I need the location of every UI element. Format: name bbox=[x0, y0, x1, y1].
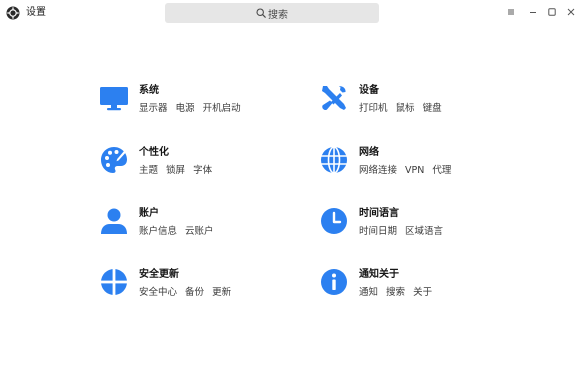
palette-icon bbox=[101, 147, 127, 173]
category-title: 个性化 bbox=[139, 147, 169, 158]
category-network[interactable]: 网络 网络连接 VPN 代理 bbox=[320, 146, 520, 186]
settings-window: 设置 搜索 系统 显示器 电源 开机启动 设备 打印机 鼠标 键盘 个性化 主题… bbox=[0, 0, 584, 384]
subitem-printer[interactable]: 打印机 bbox=[359, 103, 388, 114]
subitem-proxy[interactable]: 代理 bbox=[432, 165, 451, 176]
category-subitems: 网络连接 VPN 代理 bbox=[359, 165, 456, 177]
subitem-theme[interactable]: 主题 bbox=[139, 165, 158, 176]
category-system[interactable]: 系统 显示器 电源 开机启动 bbox=[100, 84, 300, 124]
subitem-backup[interactable]: 备份 bbox=[185, 287, 204, 298]
category-subitems: 打印机 鼠标 键盘 bbox=[359, 103, 447, 115]
category-account[interactable]: 账户 账户信息 云账户 bbox=[100, 207, 300, 247]
close-icon bbox=[567, 8, 575, 16]
title-bar: 设置 搜索 bbox=[0, 0, 584, 26]
category-title: 网络 bbox=[359, 147, 379, 158]
category-title: 通知关于 bbox=[359, 269, 399, 280]
globe-icon bbox=[321, 146, 347, 174]
info-icon bbox=[321, 269, 347, 295]
subitem-region-language[interactable]: 区域语言 bbox=[405, 226, 443, 237]
category-subitems: 安全中心 备份 更新 bbox=[139, 287, 236, 299]
category-title: 时间语言 bbox=[359, 208, 399, 219]
minimize-icon bbox=[530, 12, 536, 13]
clock-icon bbox=[321, 208, 347, 234]
subitem-search[interactable]: 搜索 bbox=[386, 287, 405, 298]
subitem-about[interactable]: 关于 bbox=[413, 287, 432, 298]
category-notification-about[interactable]: 通知关于 通知 搜索 关于 bbox=[320, 268, 520, 308]
maximize-icon bbox=[548, 8, 556, 16]
subitem-update[interactable]: 更新 bbox=[212, 287, 231, 298]
user-icon bbox=[101, 208, 127, 234]
search-icon bbox=[256, 8, 266, 18]
subitem-security-center[interactable]: 安全中心 bbox=[139, 287, 177, 298]
category-subitems: 账户信息 云账户 bbox=[139, 226, 219, 238]
maximize-button[interactable] bbox=[545, 5, 559, 19]
subitem-font[interactable]: 字体 bbox=[193, 165, 212, 176]
subitem-notification[interactable]: 通知 bbox=[359, 287, 378, 298]
close-button[interactable] bbox=[564, 5, 578, 19]
subitem-account-info[interactable]: 账户信息 bbox=[139, 226, 177, 237]
category-time-language[interactable]: 时间语言 时间日期 区域语言 bbox=[320, 207, 520, 247]
subitem-mouse[interactable]: 鼠标 bbox=[396, 103, 415, 114]
category-personalization[interactable]: 个性化 主题 锁屏 字体 bbox=[100, 146, 300, 186]
category-title: 系统 bbox=[139, 85, 159, 96]
category-subitems: 显示器 电源 开机启动 bbox=[139, 103, 246, 115]
category-security-update[interactable]: 安全更新 安全中心 备份 更新 bbox=[100, 268, 300, 308]
subitem-vpn[interactable]: VPN bbox=[405, 165, 424, 176]
menu-button[interactable] bbox=[504, 5, 518, 19]
subitem-display[interactable]: 显示器 bbox=[139, 103, 168, 114]
category-title: 账户 bbox=[139, 208, 159, 219]
minimize-button[interactable] bbox=[526, 5, 540, 19]
subitem-cloud-account[interactable]: 云账户 bbox=[185, 226, 214, 237]
tools-icon bbox=[322, 86, 346, 111]
subitem-network-connection[interactable]: 网络连接 bbox=[359, 165, 397, 176]
search-placeholder: 搜索 bbox=[268, 9, 288, 21]
category-subitems: 时间日期 区域语言 bbox=[359, 226, 448, 238]
subitem-date-time[interactable]: 时间日期 bbox=[359, 226, 397, 237]
category-devices[interactable]: 设备 打印机 鼠标 键盘 bbox=[320, 84, 520, 124]
monitor-icon bbox=[100, 87, 128, 111]
subitem-keyboard[interactable]: 键盘 bbox=[423, 103, 442, 114]
settings-app-icon bbox=[6, 6, 20, 20]
subitem-startup[interactable]: 开机启动 bbox=[203, 103, 241, 114]
category-title: 安全更新 bbox=[139, 269, 179, 280]
category-subitems: 通知 搜索 关于 bbox=[359, 287, 437, 299]
search-box[interactable]: 搜索 bbox=[165, 3, 379, 23]
category-subitems: 主题 锁屏 字体 bbox=[139, 165, 217, 177]
menu-icon bbox=[508, 9, 514, 15]
category-title: 设备 bbox=[359, 85, 379, 96]
shield-cross-icon bbox=[100, 268, 128, 296]
subitem-lockscreen[interactable]: 锁屏 bbox=[166, 165, 185, 176]
window-title: 设置 bbox=[26, 7, 46, 18]
subitem-power[interactable]: 电源 bbox=[176, 103, 195, 114]
